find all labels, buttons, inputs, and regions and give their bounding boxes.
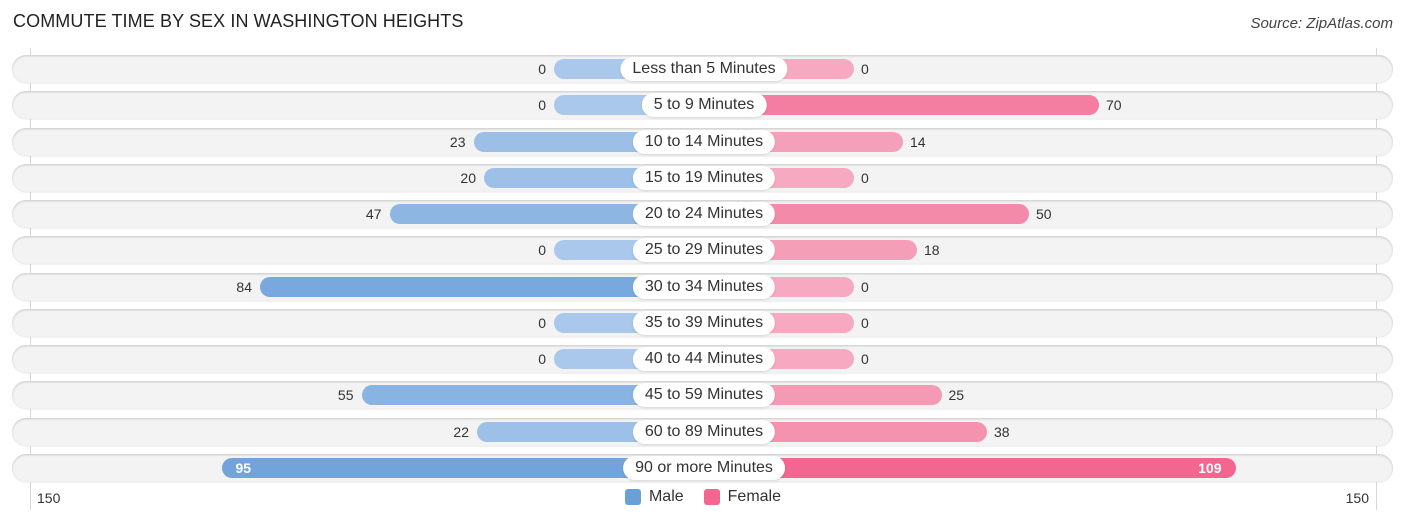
value-label-female: 0 [861,314,869,331]
legend-item-female: Female [703,488,782,506]
value-label-female: 70 [1106,97,1122,114]
value-label-male: 47 [365,206,382,222]
value-label-female: 50 [1036,206,1052,222]
category-label: 45 to 59 Minutes [632,383,776,408]
category-label: 5 to 9 Minutes [641,93,767,118]
value-label-male: 55 [337,387,354,404]
category-label: 15 to 19 Minutes [632,165,776,190]
legend-swatch-female [703,489,720,505]
value-label-male: 23 [449,133,466,150]
value-label-male: 0 [538,351,546,367]
category-label: 35 to 39 Minutes [632,310,776,335]
value-label-male: 0 [538,61,546,77]
value-label-female: 25 [948,387,965,404]
category-label: 20 to 24 Minutes [632,202,776,226]
value-label-female: 14 [910,133,926,150]
legend-item-male: Male [624,488,684,506]
legend-label-male: Male [648,488,684,505]
chart-area: Less than 5 Minutes 0 0 5 to 9 Minutes 0 70 10… [0,0,1406,523]
legend-label-female: Female [727,488,782,505]
legend-swatch-male [624,489,641,505]
value-label-female: 18 [924,242,940,259]
value-label-male: 95 [235,459,252,476]
value-label-male: 22 [453,423,469,440]
value-label-female: 0 [861,278,869,295]
value-label-male: 20 [460,169,476,186]
value-label-male: 0 [538,242,546,259]
category-label: 60 to 89 Minutes [632,419,776,444]
value-label-female: 0 [861,61,869,77]
value-label-male: 0 [538,314,546,331]
category-label: 90 or more Minutes [623,455,785,480]
category-label: 10 to 14 Minutes [632,129,776,154]
category-label: Less than 5 Minutes [620,57,788,81]
category-label: 25 to 29 Minutes [632,238,776,263]
value-label-female: 0 [861,169,869,186]
legend: Male Female [0,488,1406,506]
category-label: 40 to 44 Minutes [632,347,776,371]
value-label-male: 0 [538,97,546,114]
category-label: 30 to 34 Minutes [632,274,776,299]
value-label-male: 84 [236,278,252,295]
value-label-female: 38 [994,423,1010,440]
value-label-female: 0 [861,351,869,367]
value-label-female: 109 [1198,459,1222,476]
